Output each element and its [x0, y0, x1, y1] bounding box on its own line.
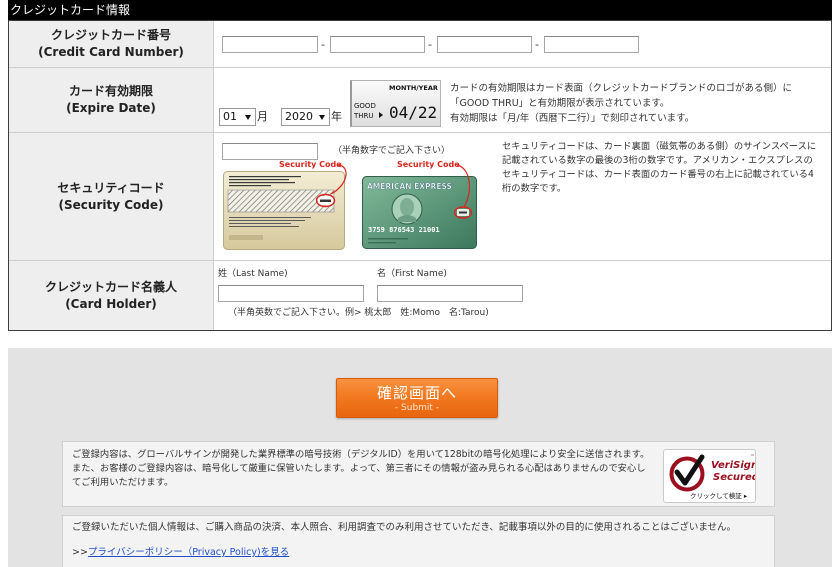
verisign-name: VeriSign	[711, 460, 756, 471]
callout-lines	[330, 164, 471, 208]
link-prefix: >>	[72, 547, 88, 558]
expire-month-select[interactable]: 01	[219, 108, 256, 126]
expire-date-label: カード有効期限 (Expire Date)	[9, 68, 213, 132]
good-thru-sample-image: MONTH/YEAR GOOD THRU 04/22	[350, 80, 441, 127]
amex-card-number: 3759 876543 21001	[368, 226, 440, 234]
card-number-field-4[interactable]	[544, 36, 639, 53]
submit-button-sublabel: - Submit -	[394, 403, 440, 413]
security-code-label-ja: セキュリティコード	[57, 180, 165, 195]
card-holder-label-en: (Card Holder)	[65, 296, 157, 311]
expire-date-help: カードの有効期限はカード表面（クレジットカードブランドのロゴがある側）に 「GO…	[450, 81, 828, 126]
verisign-status: Secured	[713, 472, 756, 483]
month-unit: 月	[257, 110, 268, 123]
security-code-label: セキュリティコード (Security Code)	[9, 133, 213, 260]
card-number-separator: -	[535, 38, 539, 51]
column-divider	[213, 21, 214, 330]
last-name-label: 姓（Last Name)	[218, 269, 288, 279]
verify-action: クリックして検証 ▸	[690, 492, 748, 500]
arrow-right-icon	[379, 112, 383, 118]
first-name-label: 名（First Name)	[377, 269, 447, 279]
submit-button-label: 確認画面へ	[376, 384, 457, 402]
expire-year-select[interactable]: 2020	[281, 108, 330, 126]
security-code-label-en: (Security Code)	[58, 197, 164, 212]
card-number-label-ja: クレジットカード番号	[50, 28, 171, 42]
security-notice-text: ご登録内容は、グローバルサインが開発した業界標準の暗号技術（デジタルID）を用い…	[72, 448, 660, 490]
section-title: クレジットカード情報	[10, 3, 131, 17]
section-header: クレジットカード情報	[8, 0, 832, 20]
submit-button[interactable]: 確認画面へ - Submit -	[336, 378, 498, 418]
year-unit: 年	[331, 110, 342, 123]
callout-line	[330, 164, 347, 195]
card-number-field-1[interactable]	[222, 36, 318, 53]
help-line: 桁の数字です。	[502, 183, 567, 194]
card-holder-hint: （半角英数でご記入下さい。例> 桃太郎 姓:Momo 名:Tarou)	[228, 308, 489, 318]
dropdown-arrow-icon	[245, 115, 251, 120]
expire-date-label-en: (Expire Date)	[66, 101, 156, 115]
card-number-label-en: (Credit Card Number)	[38, 45, 184, 59]
notice-line: てご利用いただけます。	[72, 477, 174, 488]
card-number-label: クレジットカード番号 (Credit Card Number)	[9, 21, 213, 67]
first-name-field[interactable]	[377, 285, 523, 302]
card-number-field-2[interactable]	[330, 36, 425, 53]
good-caption: GOOD	[354, 102, 376, 110]
thru-caption: THRU	[354, 112, 374, 120]
help-line: 「GOOD THRU」と有効期限が表示されています。	[450, 98, 670, 109]
help-line: カードの有効期限はカード表面（クレジットカードブランドのロゴがある側）に	[450, 83, 793, 94]
security-code-help: セキュリティコードは、カード裏面（磁気帯のある側）のサインスペースに 記載されて…	[502, 140, 828, 196]
verisign-secured-badge[interactable]: VeriSign ™ Secured クリックして検証 ▸	[663, 449, 756, 503]
privacy-policy-link[interactable]: プライバシーポリシー（Privacy Policy)を見る	[88, 547, 289, 558]
privacy-text: ご登録いただいた個人情報は、ご購入商品の決済、本人照合、利用調査でのみ利用させて…	[72, 522, 737, 533]
check-circle-icon	[669, 454, 705, 492]
expire-year-value: 2020	[285, 110, 313, 123]
card-number-separator: -	[321, 38, 325, 51]
help-line: 記載されている数字の最後の3桁の数字です。アメリカン・エクスプレスの	[502, 155, 813, 166]
last-name-field[interactable]	[218, 285, 364, 302]
security-code-hint: （半角数字でご記入下さい）	[333, 146, 451, 156]
dropdown-arrow-icon	[319, 115, 325, 120]
notice-line: また、お客様のご登録内容は、暗号化して厳重に保管いたします。よって、第三者にその…	[72, 463, 646, 474]
card-number-separator: -	[428, 38, 432, 51]
callout-line	[456, 164, 471, 208]
help-line: セキュリティコードは、カード表面のカード番号の右上に記載されている4	[502, 169, 814, 180]
month-year-caption: MONTH/YEAR	[389, 84, 438, 92]
help-line: 有効期限は「月/年（西暦下二行）」で刻印されています。	[450, 113, 695, 124]
privacy-link-row: >>プライバシーポリシー（Privacy Policy)を見る	[72, 546, 472, 560]
notice-line: ご登録内容は、グローバルサインが開発した業界標準の暗号技術（デジタルID）を用い…	[72, 449, 650, 460]
card-holder-label-ja: クレジットカード名義人	[44, 279, 177, 294]
trademark-mark: ™	[750, 454, 755, 460]
help-line: セキュリティコードは、カード裏面（磁気帯のある側）のサインスペースに	[502, 141, 817, 152]
good-thru-date: 04/22	[389, 103, 438, 122]
card-holder-label: クレジットカード名義人 (Card Holder)	[9, 261, 213, 330]
expire-date-label-ja: カード有効期限	[68, 84, 153, 98]
expire-month-value: 01	[223, 110, 237, 123]
card-number-field-3[interactable]	[437, 36, 532, 53]
